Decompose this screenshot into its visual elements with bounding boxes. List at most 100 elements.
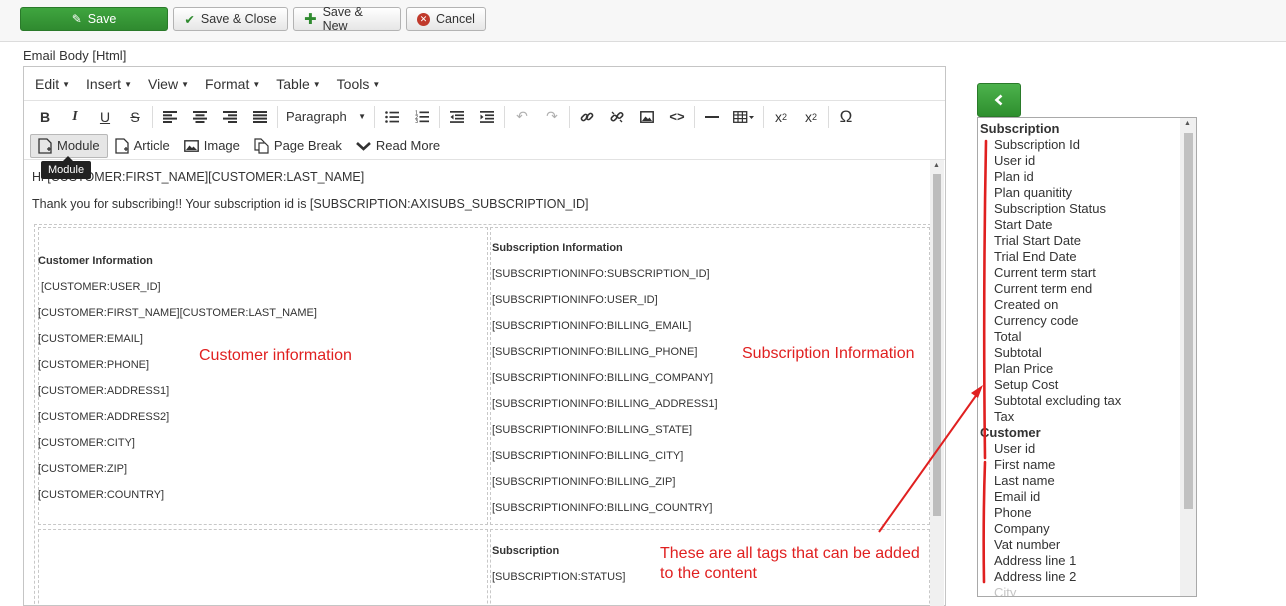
tag-item[interactable]: Last name	[994, 473, 1055, 488]
paragraph-select[interactable]: Paragraph ▼	[280, 104, 372, 130]
save-new-label: Save & New	[322, 5, 363, 33]
tag-item[interactable]: Subtotal	[994, 345, 1042, 360]
subscription-field: [SUBSCRIPTIONINFO:BILLING_COMPANY]	[492, 372, 714, 384]
menu-table[interactable]: Table ▼	[268, 76, 328, 92]
subscription-field: [SUBSCRIPTIONINFO:SUBSCRIPTION_ID]	[492, 268, 710, 280]
scroll-up-icon[interactable]: ▲	[1184, 120, 1191, 127]
special-character-icon[interactable]: Ω	[831, 104, 861, 130]
tag-item[interactable]: Setup Cost	[994, 377, 1058, 392]
tag-item[interactable]: Email id	[994, 489, 1040, 504]
tag-item[interactable]: Start Date	[994, 217, 1053, 232]
save-new-button[interactable]: ✚ Save & New	[293, 5, 401, 33]
menu-view[interactable]: View ▼	[140, 76, 197, 92]
tag-item[interactable]: Total	[994, 329, 1021, 344]
article-icon	[114, 137, 129, 154]
thank-you-line: Thank you for subscribing!! Your subscri…	[32, 197, 589, 211]
tag-item[interactable]: Vat number	[994, 537, 1060, 552]
subscription-field: [SUBSCRIPTIONINFO:BILLING_CITY]	[492, 450, 684, 462]
tag-item[interactable]: User id	[994, 441, 1035, 456]
menu-edit[interactable]: Edit ▼	[27, 76, 78, 92]
tag-item[interactable]: Current term end	[994, 281, 1092, 296]
tag-item[interactable]: Currency code	[994, 313, 1079, 328]
indent-icon[interactable]	[472, 104, 502, 130]
chevron-down-icon	[355, 141, 371, 151]
toolbar-separator	[763, 105, 764, 128]
tags-scroll-thumb[interactable]	[1184, 133, 1193, 509]
rich-text-editor: Edit ▼ Insert ▼ View ▼ Format ▼ Table ▼ Tools…	[23, 66, 946, 606]
editor-content[interactable]: Hi [CUSTOMER:FIRST_NAME][CUSTOMER:LAST_N…	[24, 160, 932, 606]
tag-item[interactable]: Company	[994, 521, 1050, 536]
redo-icon[interactable]: ↷	[537, 104, 567, 130]
tags-scrollbar[interactable]: ▲	[1180, 118, 1196, 596]
tag-item[interactable]: Plan Price	[994, 361, 1053, 376]
save-button[interactable]: ✎ Save	[20, 7, 168, 31]
customer-field: [CUSTOMER:ZIP]	[38, 463, 128, 475]
page-break-button[interactable]: Page Break	[247, 134, 349, 158]
image-label: Image	[203, 138, 240, 153]
caret-down-icon: ▼	[252, 79, 261, 89]
link-icon[interactable]	[572, 104, 602, 130]
image-icon[interactable]	[632, 104, 662, 130]
menu-insert[interactable]: Insert ▼	[78, 76, 140, 92]
read-more-button[interactable]: Read More	[349, 134, 447, 158]
bold-icon[interactable]: B	[30, 104, 60, 130]
unlink-icon[interactable]	[602, 104, 632, 130]
align-right-icon[interactable]	[215, 104, 245, 130]
align-justify-icon[interactable]	[245, 104, 275, 130]
article-button[interactable]: Article	[108, 134, 177, 158]
tag-item[interactable]: Current term start	[994, 265, 1096, 280]
toolbar-separator	[828, 105, 829, 128]
paragraph-label: Paragraph	[286, 109, 347, 124]
tag-item[interactable]: User id	[994, 153, 1035, 168]
bullet-list-icon[interactable]	[377, 104, 407, 130]
undo-icon[interactable]: ↶	[507, 104, 537, 130]
editor-plugin-toolbar: Module Article Image Page Break Read Mor…	[24, 132, 945, 160]
code-icon[interactable]: <>	[662, 104, 692, 130]
edit-icon: ✎	[71, 12, 82, 26]
editor-scrollbar[interactable]: ▲	[930, 160, 944, 606]
editor-scroll-thumb[interactable]	[933, 174, 941, 516]
save-close-button[interactable]: ✔ Save & Close	[173, 7, 288, 31]
subscription-field: [SUBSCRIPTIONINFO:BILLING_PHONE]	[492, 346, 698, 358]
subscription-field: [SUBSCRIPTIONINFO:BILLING_EMAIL]	[492, 320, 692, 332]
tag-item[interactable]: Phone	[994, 505, 1032, 520]
scroll-up-icon[interactable]: ▲	[933, 162, 940, 169]
toolbar-separator	[439, 105, 440, 128]
module-button[interactable]: Module	[30, 133, 108, 158]
tag-item[interactable]: City	[994, 585, 1016, 596]
horizontal-rule-icon[interactable]	[697, 104, 727, 130]
toolbar-separator	[569, 105, 570, 128]
tag-item[interactable]: Address line 2	[994, 569, 1076, 584]
tag-item[interactable]: Plan id	[994, 169, 1034, 184]
tag-item[interactable]: Subtotal excluding tax	[994, 393, 1121, 408]
underline-icon[interactable]: U	[90, 104, 120, 130]
tag-item[interactable]: Plan quanitity	[994, 185, 1072, 200]
collapse-tags-button[interactable]	[977, 83, 1021, 117]
insert-image-button[interactable]: Image	[177, 134, 247, 158]
read-more-label: Read More	[375, 138, 441, 153]
italic-icon[interactable]: I	[60, 104, 90, 130]
tag-item[interactable]: Address line 1	[994, 553, 1076, 568]
tag-item[interactable]: Created on	[994, 297, 1058, 312]
align-center-icon[interactable]	[185, 104, 215, 130]
tag-item[interactable]: Tax	[994, 409, 1014, 424]
cancel-button[interactable]: ✕ Cancel	[406, 7, 486, 31]
subscript-icon[interactable]: x2	[766, 104, 796, 130]
menu-tools[interactable]: Tools ▼	[329, 76, 389, 92]
annotation-customer: Customer information	[199, 347, 352, 364]
table-icon[interactable]	[727, 104, 761, 130]
tag-item[interactable]: Subscription Status	[994, 201, 1106, 216]
tag-item[interactable]: Trial End Date	[994, 249, 1077, 264]
tag-item[interactable]: First name	[994, 457, 1055, 472]
numbered-list-icon[interactable]: 123	[407, 104, 437, 130]
strikethrough-icon[interactable]: S	[120, 104, 150, 130]
tags-list[interactable]: Subscription Subscription Id User id Plan …	[977, 117, 1197, 597]
page-break-label: Page Break	[273, 138, 342, 153]
tag-item[interactable]: Trial Start Date	[994, 233, 1081, 248]
tag-item[interactable]: Subscription Id	[994, 137, 1080, 152]
outdent-icon[interactable]	[442, 104, 472, 130]
menu-format[interactable]: Format ▼	[197, 76, 268, 92]
align-left-icon[interactable]	[155, 104, 185, 130]
annotation-tags-line2: to the content	[660, 565, 757, 582]
superscript-icon[interactable]: x2	[796, 104, 826, 130]
